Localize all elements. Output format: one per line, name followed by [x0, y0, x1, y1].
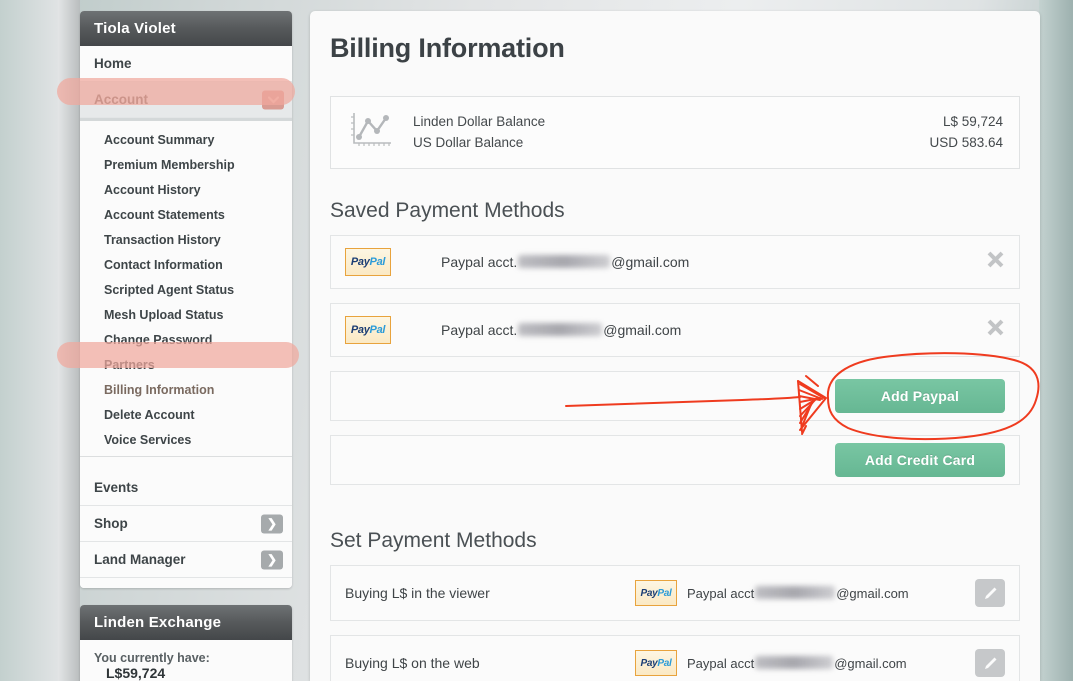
sidebar-subitem-label: Partners — [104, 357, 155, 372]
redacted-account-name — [755, 586, 836, 599]
redacted-account-name — [518, 255, 611, 268]
set-payment-label: Buying L$ in the viewer — [345, 585, 490, 601]
set-payment-row: Buying L$ on the web Pay Pal Paypal acct … — [330, 635, 1020, 681]
sidebar-item-account[interactable]: Account — [80, 82, 292, 118]
sidebar-subitem-premium-membership[interactable]: Premium Membership — [80, 152, 292, 177]
sidebar-item-events[interactable]: Events — [80, 470, 292, 506]
arrow-right-icon[interactable]: ❯ — [261, 550, 283, 569]
pencil-icon[interactable] — [975, 649, 1005, 677]
add-paypal-button[interactable]: Add Paypal — [835, 379, 1005, 413]
sidebar-subitem-account-summary[interactable]: Account Summary — [80, 127, 292, 152]
paypal-account-text: Paypal acct. @gmail.com — [441, 254, 689, 270]
sidebar-subitem-label: Contact Information — [104, 257, 223, 272]
set-payment-label: Buying L$ on the web — [345, 655, 480, 671]
add-credit-card-button[interactable]: Add Credit Card — [835, 443, 1005, 477]
sidebar-subitem-change-password[interactable]: Change Password — [80, 327, 292, 352]
saved-payment-row: Pay Pal Paypal acct. @gmail.com — [330, 303, 1020, 357]
sidebar-subitem-label: Account History — [104, 182, 201, 197]
chevron-down-icon[interactable] — [262, 90, 284, 109]
paypal-acct-prefix: Paypal acct — [687, 586, 755, 601]
paypal-acct-suffix: @gmail.com — [603, 322, 682, 338]
paypal-logo: Pay Pal — [345, 248, 391, 276]
pencil-icon[interactable] — [975, 579, 1005, 607]
sidebar-subitem-label: Change Password — [104, 332, 213, 347]
sidebar-subitem-label: Mesh Upload Status — [104, 307, 224, 322]
sidebar-item-label: Land Manager — [94, 552, 186, 567]
close-icon[interactable] — [986, 250, 1005, 274]
balance-labels: Linden Dollar Balance US Dollar Balance — [399, 112, 929, 154]
set-payment-account-text: Paypal acct @gmail.com — [687, 655, 907, 671]
sidebar-subitem-label: Billing Information — [104, 382, 215, 397]
us-dollar-balance-value: USD 583.64 — [929, 134, 1003, 150]
linden-dollar-balance-label: Linden Dollar Balance — [413, 113, 546, 129]
sidebar-subitem-transaction-history[interactable]: Transaction History — [80, 227, 292, 252]
backdrop-band-mid — [58, 0, 80, 681]
sidebar-item-label: Events — [94, 480, 139, 495]
paypal-logo: Pay Pal — [635, 580, 677, 606]
paypal-acct-suffix: @gmail.com — [834, 656, 907, 671]
sidebar-subitem-delete-account[interactable]: Delete Account — [80, 402, 292, 427]
paypal-acct-prefix: Paypal acct. — [441, 254, 518, 270]
us-dollar-balance-label: US Dollar Balance — [413, 134, 524, 150]
linden-dollar-balance-value: L$ 59,724 — [942, 113, 1003, 129]
linden-balance-row: You currently have: L$59,724 — [80, 640, 292, 681]
sidebar-item-label: Shop — [94, 516, 128, 531]
redacted-account-name — [755, 656, 834, 669]
sidebar: Tiola Violet Home Account Account Summar… — [80, 11, 292, 681]
paypal-acct-prefix: Paypal acct — [687, 656, 755, 671]
sidebar-item-shop[interactable]: Shop ❯ — [80, 506, 292, 542]
sidebar-subitem-label: Scripted Agent Status — [104, 282, 235, 297]
add-paypal-row: Add Paypal — [330, 371, 1020, 421]
balance-summary-panel: Linden Dollar Balance US Dollar Balance … — [330, 96, 1020, 169]
submenu-divider — [80, 456, 292, 466]
linden-balance-value: L$59,724 — [106, 665, 166, 681]
backdrop-band-left — [0, 0, 58, 681]
paypal-acct-suffix: @gmail.com — [611, 254, 690, 270]
sidebar-subitem-voice-services[interactable]: Voice Services — [80, 427, 292, 452]
balance-values: L$ 59,724 USD 583.64 — [929, 112, 1003, 154]
page-title: Billing Information — [330, 33, 565, 63]
account-nav-panel: Tiola Violet Home Account Account Summar… — [80, 11, 292, 588]
linden-exchange-header: Linden Exchange — [80, 605, 292, 640]
add-credit-card-row: Add Credit Card — [330, 435, 1020, 485]
paypal-account-text: Paypal acct. @gmail.com — [441, 322, 681, 338]
sidebar-subitem-label: Account Statements — [104, 207, 225, 222]
linden-balance-label: You currently have: — [94, 651, 210, 665]
sidebar-subitem-contact-information[interactable]: Contact Information — [80, 252, 292, 277]
close-icon[interactable] — [986, 318, 1005, 342]
sidebar-subitem-account-history[interactable]: Account History — [80, 177, 292, 202]
account-submenu: Account Summary Premium Membership Accou… — [80, 118, 292, 470]
sidebar-subitem-label: Delete Account — [104, 407, 195, 422]
backdrop-band-right — [1039, 0, 1073, 681]
sidebar-item-label: Home — [94, 56, 132, 71]
sidebar-subitem-billing-information[interactable]: Billing Information — [80, 377, 292, 402]
paypal-logo: Pay Pal — [345, 316, 391, 344]
redacted-account-name — [518, 323, 603, 336]
sidebar-subitem-mesh-upload-status[interactable]: Mesh Upload Status — [80, 302, 292, 327]
saved-payment-methods-title: Saved Payment Methods — [330, 199, 565, 222]
sidebar-subitem-label: Account Summary — [104, 132, 215, 147]
sidebar-subitem-account-statements[interactable]: Account Statements — [80, 202, 292, 227]
sidebar-item-home[interactable]: Home — [80, 46, 292, 82]
set-payment-row: Buying L$ in the viewer Pay Pal Paypal ac… — [330, 565, 1020, 621]
linden-exchange-panel: Linden Exchange You currently have: L$59… — [80, 605, 292, 681]
profile-name-header: Tiola Violet — [80, 11, 292, 46]
paypal-acct-prefix: Paypal acct. — [441, 322, 518, 338]
panel-footer-spacer — [80, 578, 292, 588]
sidebar-item-land-manager[interactable]: Land Manager ❯ — [80, 542, 292, 578]
arrow-right-icon[interactable]: ❯ — [261, 514, 283, 533]
line-chart-icon — [347, 109, 399, 156]
paypal-acct-suffix: @gmail.com — [836, 586, 909, 601]
sidebar-item-label: Account — [94, 92, 148, 107]
saved-payment-row: Pay Pal Paypal acct. @gmail.com — [330, 235, 1020, 289]
sidebar-subitem-label: Voice Services — [104, 432, 192, 447]
sidebar-subitem-label: Transaction History — [104, 232, 221, 247]
sidebar-subitem-partners[interactable]: Partners — [80, 352, 292, 377]
set-payment-methods-title: Set Payment Methods — [330, 529, 537, 552]
paypal-logo: Pay Pal — [635, 650, 677, 676]
set-payment-account-text: Paypal acct @gmail.com — [687, 585, 909, 601]
sidebar-subitem-label: Premium Membership — [104, 157, 235, 172]
main-content-panel: Billing Information Linden Dollar Balanc… — [310, 11, 1040, 681]
sidebar-subitem-scripted-agent-status[interactable]: Scripted Agent Status — [80, 277, 292, 302]
